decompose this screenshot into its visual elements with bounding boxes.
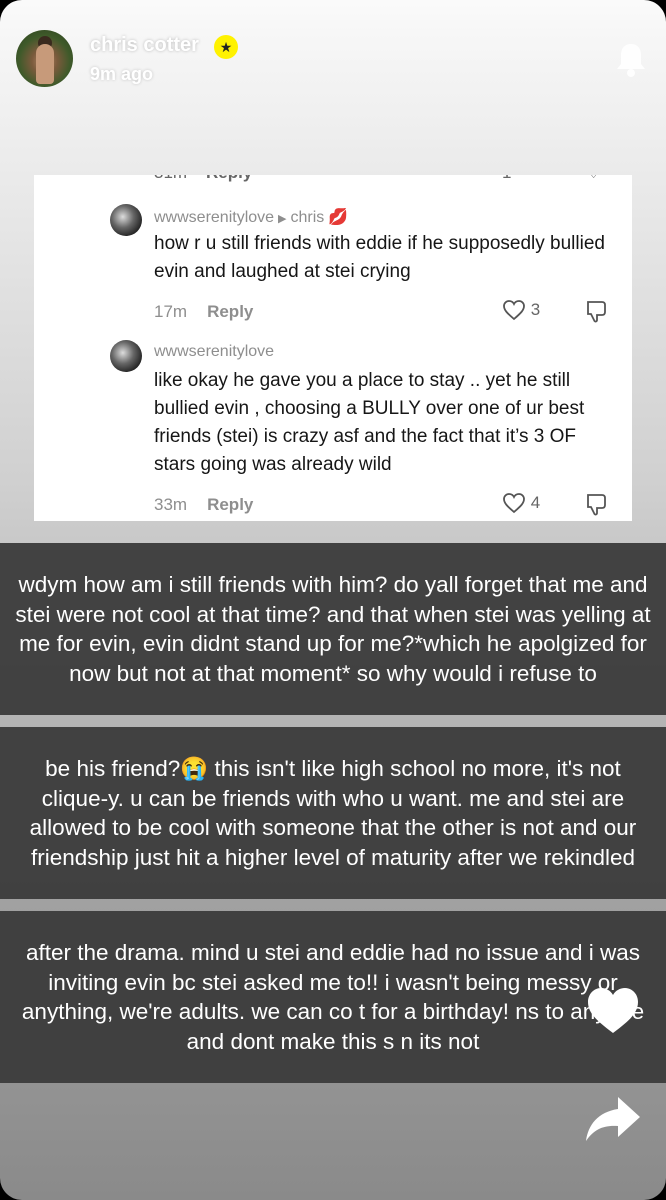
caption-text: be his friend?😭 this isn't like high sch… bbox=[29, 756, 637, 870]
dislike-icon[interactable] bbox=[584, 491, 610, 517]
star-icon: ★ bbox=[214, 35, 238, 59]
comment-author[interactable]: wwwserenitylove bbox=[154, 209, 274, 226]
dislike-icon[interactable]: ♡ bbox=[586, 175, 601, 183]
like-count: 4 bbox=[530, 493, 541, 512]
cut-off-comment-row: 31m Reply 1 ♡ bbox=[34, 175, 632, 187]
reply-arrow-icon: ▶ bbox=[278, 213, 287, 225]
comment-header: wwwserenitylove ▶ chris 💋 bbox=[154, 207, 348, 227]
comment-author[interactable]: wwwserenitylove bbox=[154, 343, 274, 360]
avatar[interactable] bbox=[16, 30, 73, 87]
comment-time: 17m bbox=[154, 302, 188, 321]
heart-outline-icon bbox=[503, 300, 525, 321]
caption-text: wdym how am i still friends with him? do… bbox=[15, 572, 651, 686]
commenter-avatar[interactable] bbox=[110, 340, 142, 372]
time-ago: 9m ago bbox=[90, 64, 154, 84]
dislike-icon[interactable] bbox=[584, 298, 610, 324]
like-count: 3 bbox=[530, 300, 541, 319]
comment-header: wwwserenitylove bbox=[154, 343, 274, 361]
bell-icon[interactable] bbox=[614, 40, 648, 78]
caption-bar: be his friend?😭 this isn't like high sch… bbox=[0, 727, 666, 899]
comment-text: how r u still friends with eddie if he s… bbox=[154, 233, 605, 282]
heart-outline-icon bbox=[503, 493, 525, 514]
like-count: 1 bbox=[502, 175, 511, 183]
heart-icon[interactable] bbox=[585, 985, 641, 1037]
like-button[interactable]: 3 bbox=[502, 299, 540, 321]
reply-link[interactable]: Reply bbox=[206, 175, 252, 183]
commenter-avatar[interactable] bbox=[110, 204, 142, 236]
comment-text: like okay he gave you a place to stay ..… bbox=[154, 370, 585, 475]
comments-screenshot: 31m Reply 1 ♡ wwwserenitylove ▶ chris💋 how… bbox=[34, 175, 632, 521]
comment-meta: 17m Reply bbox=[154, 302, 253, 322]
comment-meta: 33m Reply bbox=[154, 495, 253, 515]
caption-bar: wdym how am i still friends with him? do… bbox=[0, 543, 666, 715]
reply-to-user[interactable]: chris bbox=[291, 209, 325, 226]
share-icon[interactable] bbox=[584, 1095, 642, 1143]
reply-link[interactable]: Reply bbox=[207, 495, 253, 514]
like-button[interactable]: 4 bbox=[502, 492, 540, 514]
story-view: chris cotter ★ 9m ago 31m Reply 1 ♡ wwws… bbox=[0, 0, 666, 1200]
comment-time: 31m bbox=[154, 175, 187, 183]
username[interactable]: chris cotter bbox=[90, 34, 199, 57]
comment-time: 33m bbox=[154, 495, 188, 514]
caption-bar: after the drama. mind u stei and eddie h… bbox=[0, 911, 666, 1083]
avatar-body-shape bbox=[36, 44, 54, 84]
reply-link[interactable]: Reply bbox=[207, 302, 253, 321]
kiss-emoji-icon: 💋 bbox=[328, 209, 349, 226]
caption-text: after the drama. mind u stei and eddie h… bbox=[21, 940, 645, 1054]
